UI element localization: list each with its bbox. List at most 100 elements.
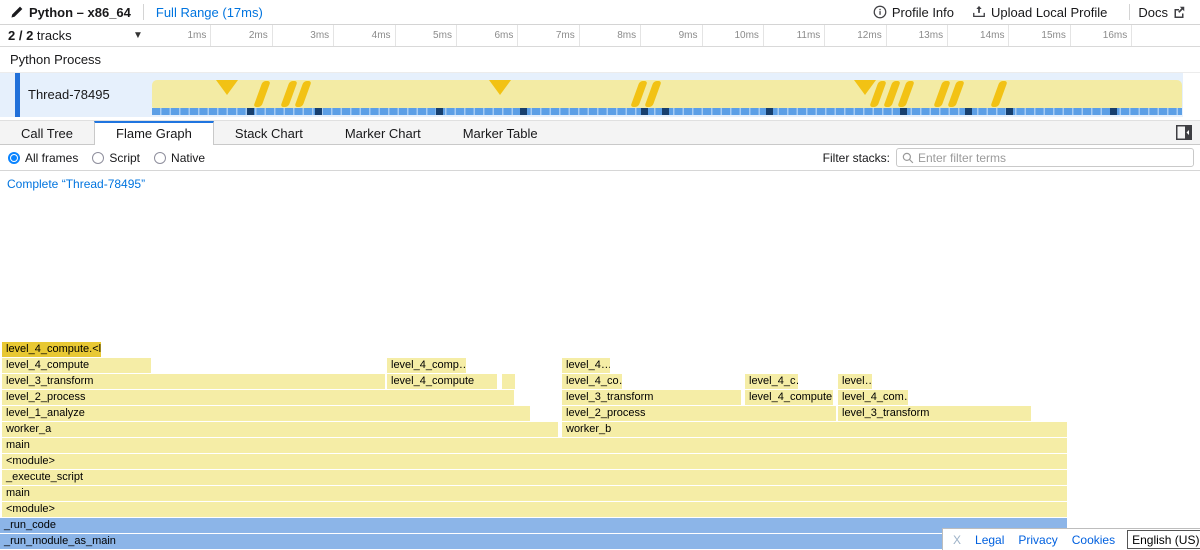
flame-box[interactable]: main: [2, 486, 1067, 501]
activity-marker-tri: [854, 80, 876, 95]
edit-pencil-icon[interactable]: [10, 6, 23, 19]
footer-link-cookies[interactable]: Cookies: [1072, 533, 1115, 547]
footer-links: X Legal Privacy Cookies: [943, 533, 1115, 547]
flame-box[interactable]: <module>: [2, 454, 1067, 469]
sample-tick: [436, 108, 443, 115]
filter-stacks-label: Filter stacks:: [823, 151, 890, 165]
flame-box[interactable]: level_2_process: [562, 406, 836, 421]
ruler-tick-label: 13ms: [887, 25, 948, 46]
tab-stack-chart[interactable]: Stack Chart: [214, 121, 324, 146]
ruler-tick-label: 8ms: [580, 25, 641, 46]
profile-info-button[interactable]: Profile Info: [873, 5, 954, 20]
radio-label: Native: [171, 151, 205, 165]
flame-box[interactable]: _execute_script: [2, 470, 1067, 485]
flame-box[interactable]: level_4_com…: [838, 390, 908, 405]
flame-box[interactable]: level_3_transform: [2, 374, 385, 389]
flame-box[interactable]: level_4_c…: [745, 374, 798, 389]
sample-tick: [900, 108, 907, 115]
flame-box[interactable]: worker_a: [2, 422, 558, 437]
activity-marker-tri: [489, 80, 511, 95]
profile-title: Python – x86_64: [29, 5, 131, 20]
flame-box[interactable]: level_4_comp…: [387, 358, 466, 373]
panel-tabbar: Call TreeFlame GraphStack ChartMarker Ch…: [0, 120, 1200, 145]
ruler-tick-label: 15ms: [1009, 25, 1070, 46]
radio-native[interactable]: [154, 152, 166, 164]
footer-link-x[interactable]: X: [953, 533, 961, 547]
process-track-row[interactable]: Python Process: [0, 47, 1200, 73]
radio-script[interactable]: [92, 152, 104, 164]
sample-tick: [766, 108, 773, 115]
upload-icon: [972, 5, 991, 19]
activity-marker-tri: [216, 80, 238, 95]
breadcrumb[interactable]: Complete “Thread-78495”: [7, 177, 145, 191]
flame-box[interactable]: level_3_transform: [562, 390, 741, 405]
flame-box[interactable]: level_4_compute: [387, 374, 497, 389]
radio-all-frames[interactable]: [8, 152, 20, 164]
docs-link[interactable]: Docs: [1138, 5, 1190, 20]
process-track-label: Python Process: [10, 52, 101, 67]
tab-call-tree[interactable]: Call Tree: [0, 121, 94, 146]
thread-track-label: Thread-78495: [28, 87, 110, 102]
sample-tick: [662, 108, 669, 115]
activity-marker-slash: [294, 81, 311, 107]
footer-bar: X Legal Privacy Cookies English (US): [942, 528, 1200, 550]
search-icon: [902, 152, 914, 164]
ruler-tick-label: 9ms: [641, 25, 702, 46]
tab-marker-chart[interactable]: Marker Chart: [324, 121, 442, 146]
thread-track-row[interactable]: Thread-78495: [0, 73, 1183, 117]
flame-box[interactable]: level_1_analyze: [2, 406, 530, 421]
upload-profile-button[interactable]: Upload Local Profile: [972, 5, 1107, 20]
header-divider: [1129, 4, 1130, 20]
flame-box[interactable]: level_4_compute: [745, 390, 833, 405]
footer-link-legal[interactable]: Legal: [975, 533, 1004, 547]
header-actions: Profile Info Upload Local Profile Docs: [873, 4, 1200, 20]
flame-box[interactable]: <module>: [2, 502, 1067, 517]
filter-row: All framesScriptNative Filter stacks:: [0, 145, 1200, 171]
thread-activity-graph[interactable]: [152, 80, 1182, 108]
footer-link-privacy[interactable]: Privacy: [1018, 533, 1057, 547]
profiler-app: Python – x86_64 Full Range (17ms) Profil…: [0, 0, 1200, 550]
tracks-dropdown-icon[interactable]: ▼: [133, 30, 143, 41]
flame-box[interactable]: level_4_compute.<l…: [2, 342, 101, 357]
flame-box[interactable]: level_4_compute: [2, 358, 151, 373]
frame-filter-radios: All framesScriptNative: [8, 151, 219, 165]
tab-marker-table[interactable]: Marker Table: [442, 121, 559, 146]
flame-graph-canvas[interactable]: level_4_compute.<l…level_4_computelevel_…: [0, 196, 1200, 550]
thread-selected-accent: [15, 73, 20, 117]
filter-stacks-input[interactable]: [918, 151, 1193, 165]
flame-box[interactable]: level_4…: [562, 358, 610, 373]
activity-marker-slash: [253, 81, 270, 107]
sample-tick: [1110, 108, 1117, 115]
thread-sample-bar[interactable]: [152, 108, 1182, 115]
flame-box[interactable]: level_2_process: [2, 390, 514, 405]
ruler-tick-label: 2ms: [211, 25, 272, 46]
activity-marker-slash: [644, 81, 661, 107]
sidebar-toggle-icon[interactable]: [1176, 125, 1192, 140]
sample-tick: [315, 108, 322, 115]
header-divider: [143, 4, 144, 20]
ruler-tick-label: 1ms: [150, 25, 211, 46]
ruler-tick-label: 3ms: [273, 25, 334, 46]
ruler-tick-label: 5ms: [396, 25, 457, 46]
sample-tick: [1006, 108, 1013, 115]
flame-box[interactable]: worker_b: [562, 422, 1067, 437]
radio-label: Script: [109, 151, 140, 165]
flame-box[interactable]: main: [2, 438, 1067, 453]
full-range-link[interactable]: Full Range (17ms): [156, 5, 263, 20]
flame-box[interactable]: _run_code: [0, 518, 1067, 533]
activity-marker-slash: [990, 81, 1007, 107]
flame-box[interactable]: level_3_transform: [838, 406, 1031, 421]
flame-box[interactable]: level_4_co…: [562, 374, 622, 389]
tab-flame-graph[interactable]: Flame Graph: [94, 121, 214, 146]
ruler-tick-label: 10ms: [703, 25, 764, 46]
sample-tick: [641, 108, 648, 115]
flame-box[interactable]: level…: [838, 374, 872, 389]
flame-box[interactable]: _run_module_as_main: [0, 534, 1067, 549]
info-icon: [873, 5, 892, 19]
header-bar: Python – x86_64 Full Range (17ms) Profil…: [0, 0, 1200, 25]
flame-box[interactable]: [502, 374, 515, 389]
activity-marker-slash: [897, 81, 914, 107]
ruler-tick-label: 11ms: [764, 25, 825, 46]
tracks-count: 2 / 2 tracks: [8, 28, 72, 43]
language-select[interactable]: English (US): [1127, 530, 1200, 549]
